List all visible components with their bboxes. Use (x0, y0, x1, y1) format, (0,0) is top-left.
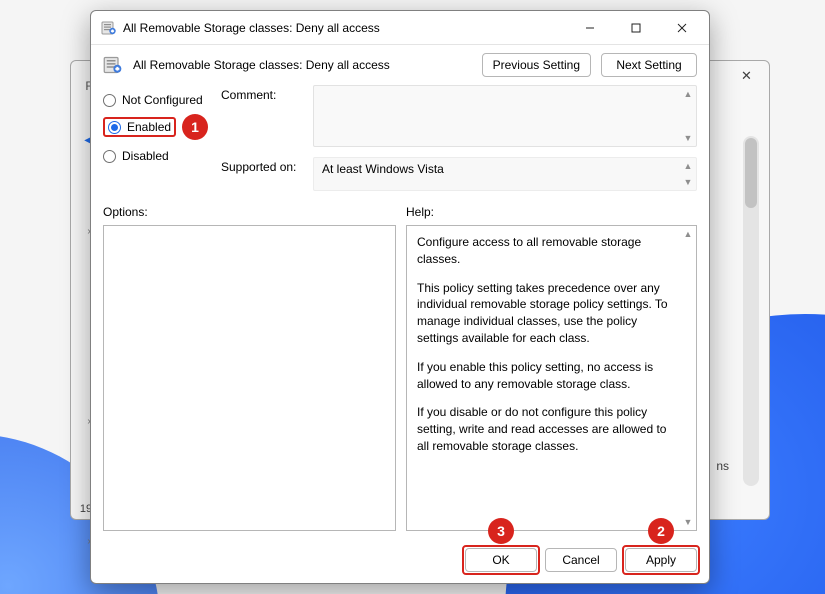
help-label: Help: (406, 205, 434, 219)
radio-label: Disabled (122, 149, 169, 163)
supported-on-value: At least Windows Vista ▲ ▼ (313, 157, 697, 191)
parent-partial-text: ns (716, 459, 729, 473)
cancel-button-wrap: Cancel (545, 548, 617, 572)
header-row: All Removable Storage classes: Deny all … (91, 45, 709, 83)
cancel-button[interactable]: Cancel (545, 548, 617, 572)
help-paragraph: This policy setting takes precedence ove… (417, 280, 670, 347)
scroll-down-icon[interactable]: ▼ (682, 516, 694, 528)
help-text: Configure access to all removable storag… (407, 226, 680, 530)
help-paragraph: If you enable this policy setting, no ac… (417, 359, 670, 393)
radio-icon (103, 150, 116, 163)
scroll-down-icon: ▼ (682, 176, 694, 188)
help-scrollbar[interactable]: ▲ ▼ (680, 226, 696, 530)
close-icon[interactable]: ✕ (724, 61, 769, 91)
next-setting-button[interactable]: Next Setting (601, 53, 697, 77)
policy-icon (101, 20, 117, 36)
scroll-up-icon: ▲ (682, 160, 694, 172)
ok-button-wrap: 3 OK (465, 548, 537, 572)
titlebar[interactable]: All Removable Storage classes: Deny all … (91, 11, 709, 45)
supported-on-text: At least Windows Vista (322, 162, 444, 176)
minimize-button[interactable] (567, 13, 613, 43)
parent-scrollbar[interactable] (743, 136, 759, 486)
supported-on-label: Supported on: (221, 157, 303, 174)
radio-disabled[interactable]: Disabled (103, 149, 211, 163)
radio-enabled[interactable]: Enabled 1 (103, 117, 176, 137)
apply-button[interactable]: Apply (625, 548, 697, 572)
radio-not-configured[interactable]: Not Configured (103, 93, 211, 107)
apply-button-wrap: 2 Apply (625, 548, 697, 572)
policy-name: All Removable Storage classes: Deny all … (133, 58, 472, 72)
policy-dialog: All Removable Storage classes: Deny all … (90, 10, 710, 584)
ok-button[interactable]: OK (465, 548, 537, 572)
annotation-step-3: 3 (488, 518, 514, 544)
radio-label: Not Configured (122, 93, 203, 107)
close-button[interactable] (659, 13, 705, 43)
previous-setting-button[interactable]: Previous Setting (482, 53, 591, 77)
policy-icon (103, 55, 123, 75)
options-label: Options: (103, 205, 396, 219)
scroll-up-icon[interactable]: ▲ (682, 88, 694, 100)
annotation-step-1: 1 (182, 114, 208, 140)
scroll-down-icon[interactable]: ▼ (682, 132, 694, 144)
maximize-button[interactable] (613, 13, 659, 43)
comment-label: Comment: (221, 85, 303, 102)
help-paragraph: Configure access to all removable storag… (417, 234, 670, 268)
window-title: All Removable Storage classes: Deny all … (123, 21, 567, 35)
radio-label: Enabled (127, 120, 171, 134)
radio-icon (103, 94, 116, 107)
help-paragraph: If you disable or do not configure this … (417, 404, 670, 454)
state-radios: Not Configured Enabled 1 Disabled (103, 85, 211, 191)
help-pane: Configure access to all removable storag… (406, 225, 697, 531)
annotation-step-2: 2 (648, 518, 674, 544)
radio-icon (108, 121, 121, 134)
options-pane (103, 225, 396, 531)
comment-input[interactable]: ▲ ▼ (313, 85, 697, 147)
dialog-footer: 3 OK Cancel 2 Apply (91, 539, 709, 583)
scroll-up-icon[interactable]: ▲ (682, 228, 694, 240)
